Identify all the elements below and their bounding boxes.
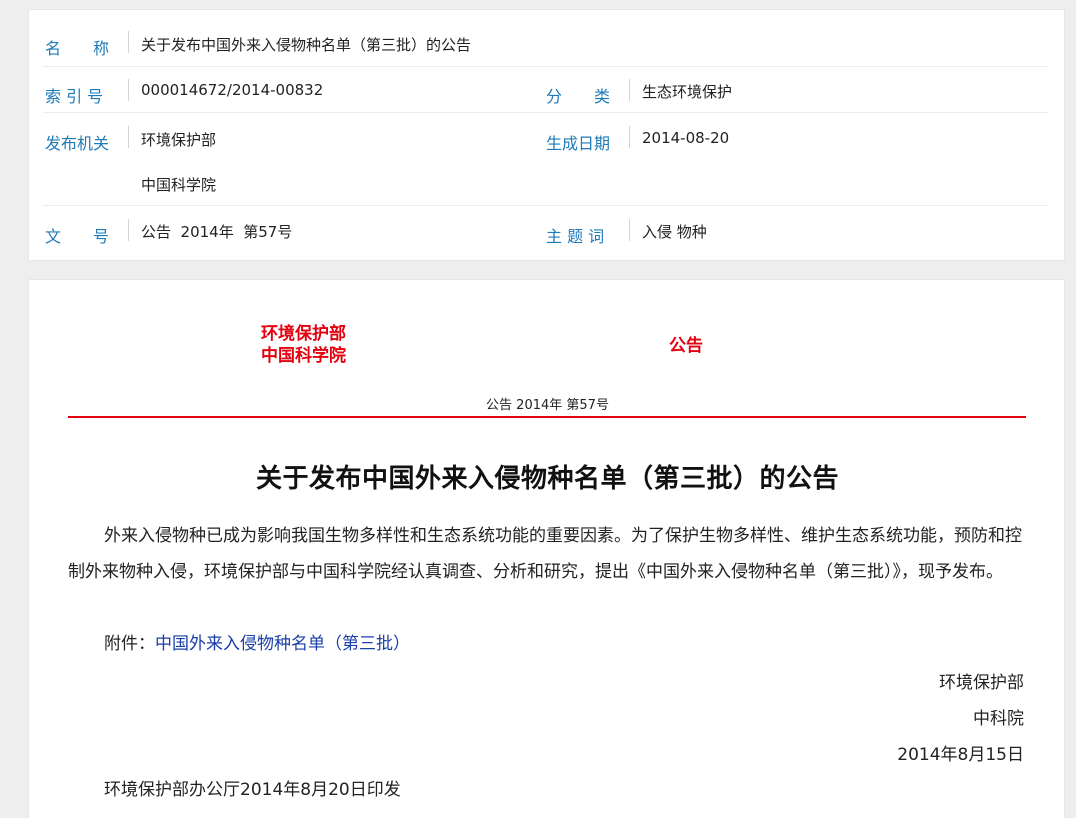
signature-issuer-2: 中科院 xyxy=(973,709,1024,729)
red-rule xyxy=(68,416,1026,418)
date-value: 2014-08-20 xyxy=(642,129,730,147)
attachment-line: 附件：中国外来入侵物种名单（第三批） xyxy=(104,626,410,662)
divider xyxy=(629,79,630,101)
docno-value: 公告 2014年 第57号 xyxy=(141,223,293,241)
divider xyxy=(128,31,129,53)
issuer-value-1: 环境保护部 xyxy=(141,131,217,149)
date-label: 生成日期 xyxy=(546,134,611,153)
print-note: 环境保护部办公厅2014年8月20日印发 xyxy=(104,780,401,800)
divider xyxy=(128,79,129,101)
red-header-notice: 公告 xyxy=(669,336,703,356)
name-value: 关于发布中国外来入侵物种名单（第三批）的公告 xyxy=(141,36,472,54)
meta-row-issuer: 发布机关 环境保护部 中国科学院 生成日期 2014-08-20 xyxy=(43,113,1049,206)
category-label: 分 类 xyxy=(546,87,611,106)
meta-row-docno: 文 号 公告 2014年 第57号 主 题 词 入侵 物种 xyxy=(43,206,1049,262)
issuer-label: 发布机关 xyxy=(45,134,110,153)
body-paragraph-block: 外来入侵物种已成为影响我国生物多样性和生态系统功能的重要因素。为了保护生物多样性… xyxy=(68,518,1036,590)
signature-issuer-1: 环境保护部 xyxy=(939,673,1024,693)
document-meta-panel: 名 称 关于发布中国外来入侵物种名单（第三批）的公告 索 引 号 0000146… xyxy=(28,9,1065,261)
divider xyxy=(629,126,630,148)
red-header-issuer-2: 中国科学院 xyxy=(261,346,346,366)
index-value: 000014672/2014-00832 xyxy=(141,81,324,99)
body-paragraph: 外来入侵物种已成为影响我国生物多样性和生态系统功能的重要因素。为了保护生物多样性… xyxy=(68,526,1022,582)
meta-row-index: 索 引 号 000014672/2014-00832 分 类 生态环境保护 xyxy=(43,67,1049,113)
index-label: 索 引 号 xyxy=(45,87,104,106)
category-value: 生态环境保护 xyxy=(642,83,733,101)
keywords-label: 主 题 词 xyxy=(546,227,605,246)
issuer-value-2: 中国科学院 xyxy=(141,176,217,194)
divider xyxy=(629,219,630,241)
divider xyxy=(128,126,129,148)
divider xyxy=(128,219,129,241)
attachment-link[interactable]: 中国外来入侵物种名单（第三批） xyxy=(155,634,410,654)
red-header-issuer-1: 环境保护部 xyxy=(261,324,346,344)
attachment-label: 附件： xyxy=(104,634,155,654)
keywords-value: 入侵 物种 xyxy=(642,223,707,241)
document-number: 公告 2014年 第57号 xyxy=(486,398,609,413)
red-header-issuers: 环境保护部 中国科学院 xyxy=(261,323,346,367)
name-label: 名 称 xyxy=(45,39,110,58)
document-body: 环境保护部 中国科学院 公告 公告 2014年 第57号 关于发布中国外来入侵物… xyxy=(28,279,1065,818)
document-title: 关于发布中国外来入侵物种名单（第三批）的公告 xyxy=(255,464,839,494)
docno-label: 文 号 xyxy=(45,227,110,246)
signature-date: 2014年8月15日 xyxy=(897,745,1024,765)
meta-row-name: 名 称 关于发布中国外来入侵物种名单（第三批）的公告 xyxy=(43,10,1049,67)
